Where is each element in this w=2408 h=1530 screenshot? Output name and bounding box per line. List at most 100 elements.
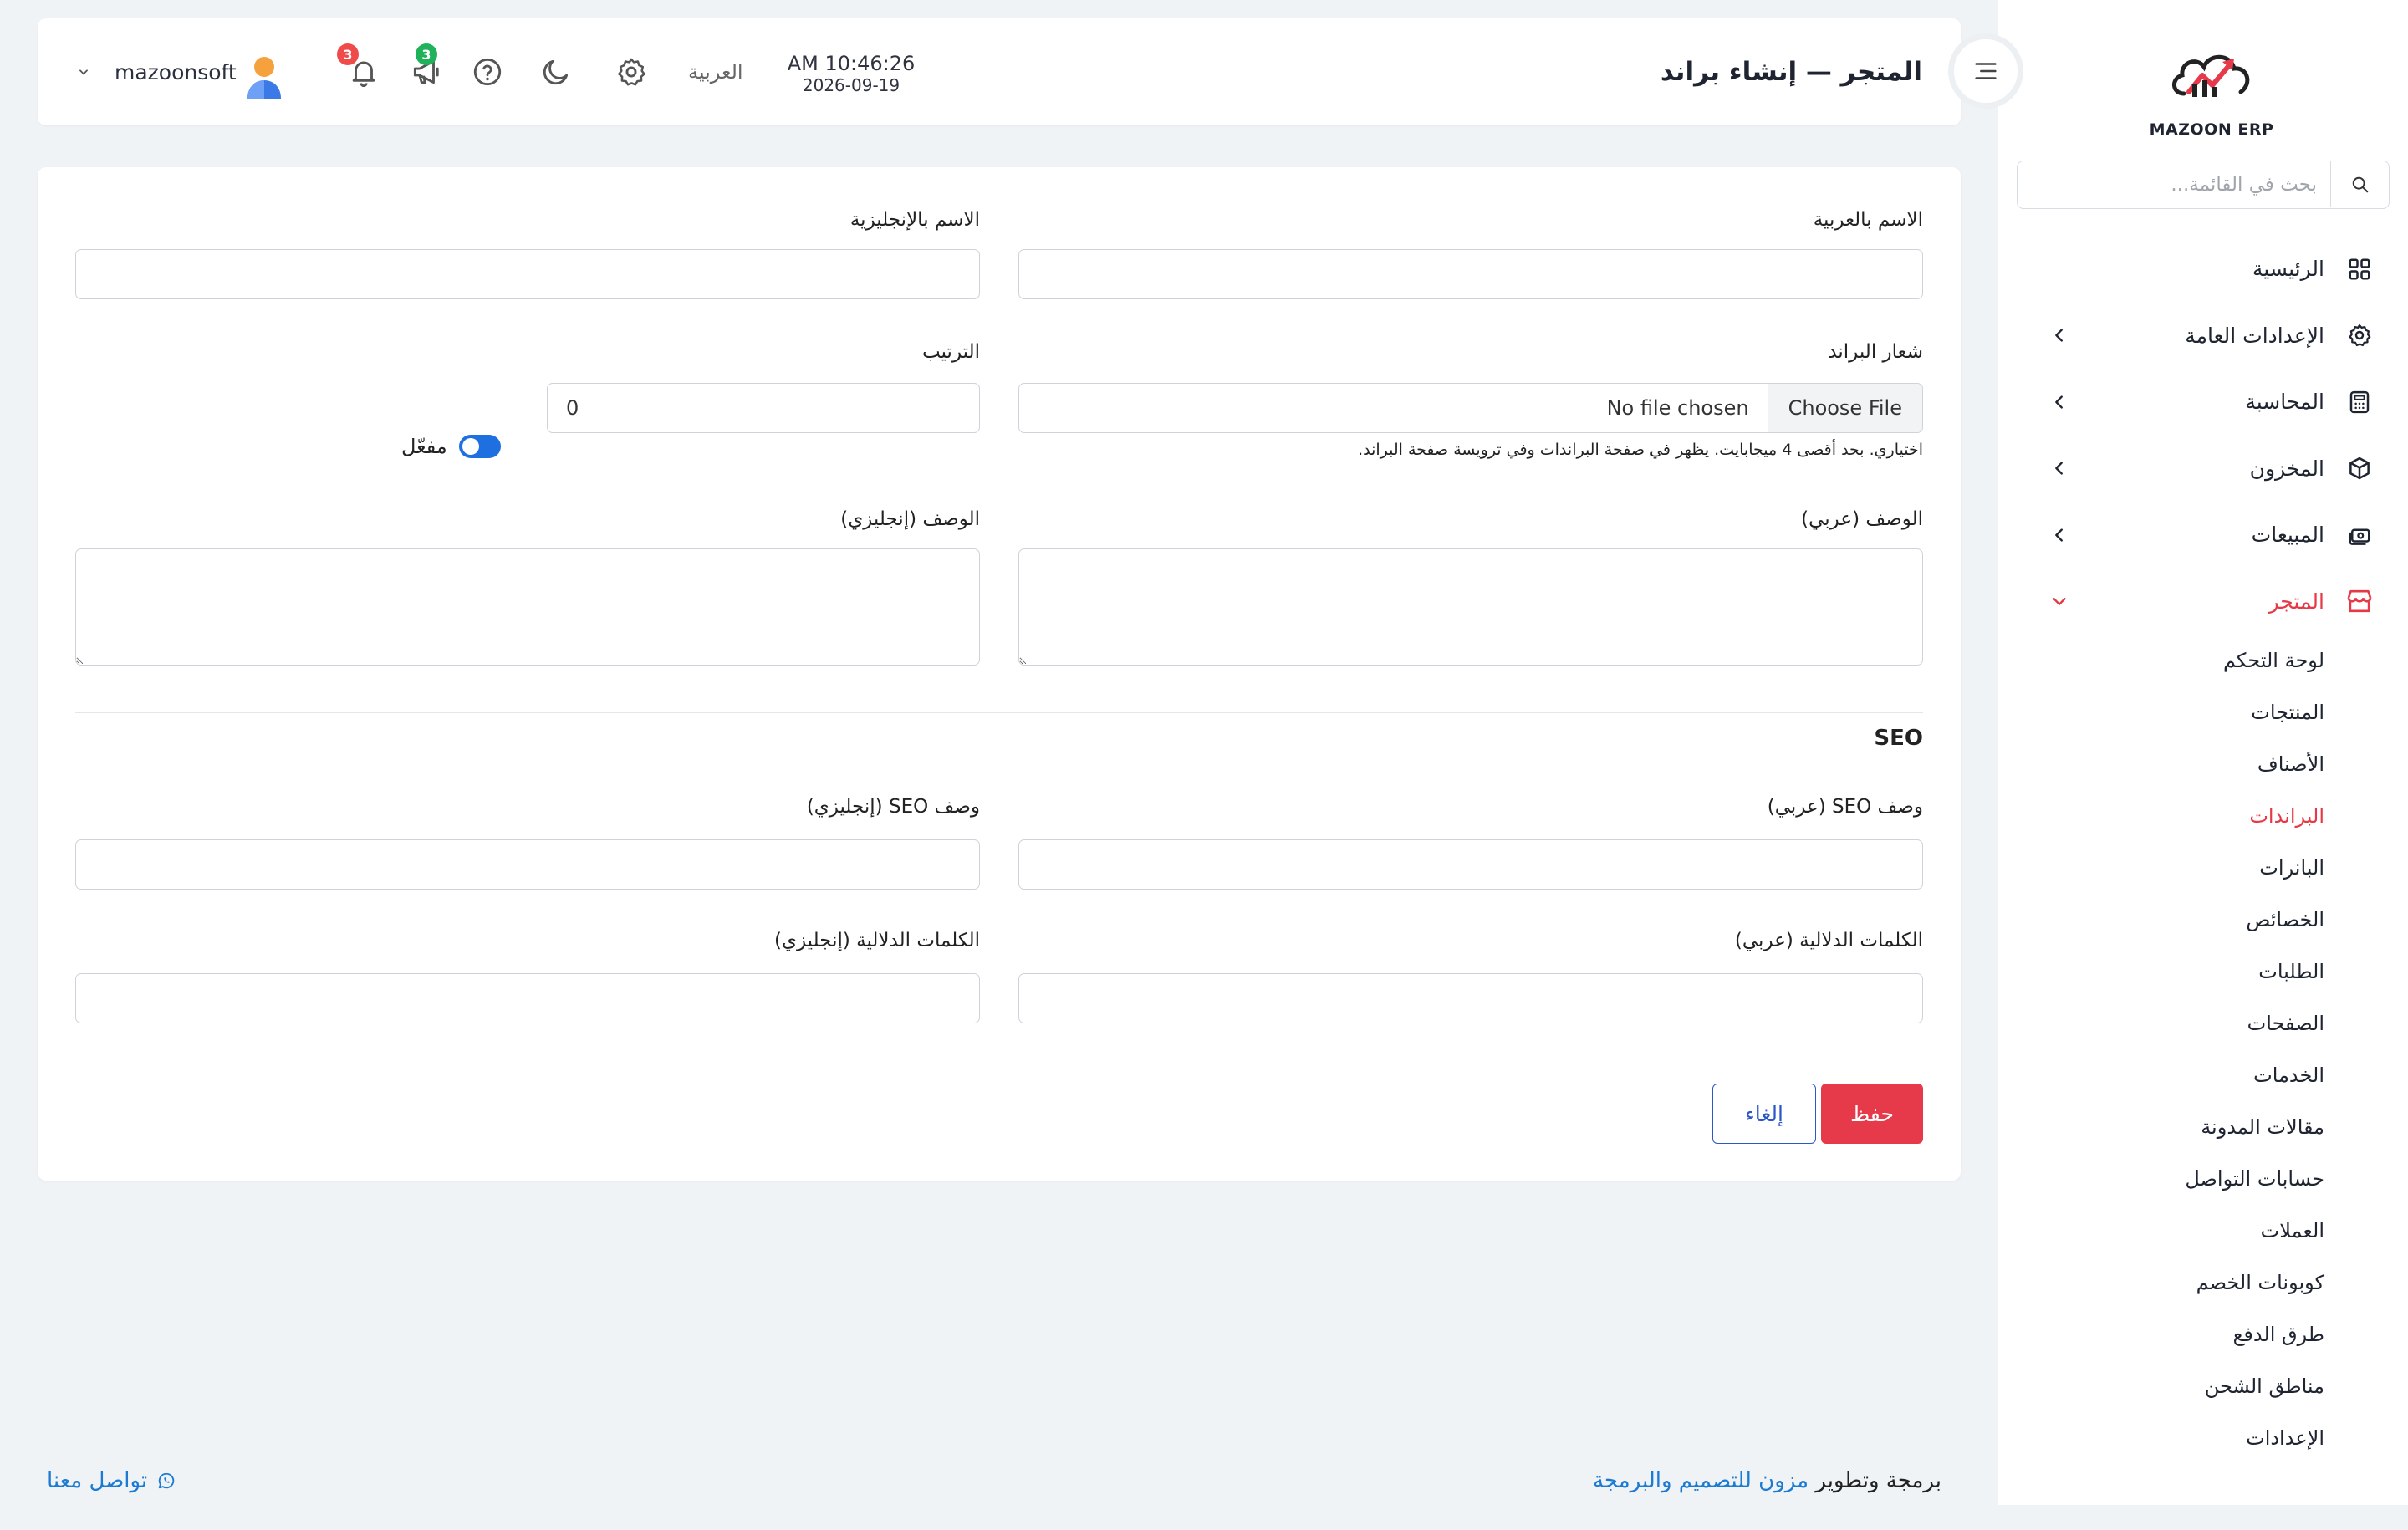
store-submenu: لوحة التحكم المنتجات الأصناف البراندات ا… (1998, 635, 2408, 1464)
seo-description-ar-input[interactable] (1018, 839, 1923, 890)
gear-icon (618, 58, 645, 86)
sidebar-subitem-social-accounts[interactable]: حسابات التواصل (1998, 1153, 2408, 1205)
description-ar-label: الوصف (عربي) (1801, 508, 1923, 530)
sidebar: MAZOON ERP الرئيسية الإعدادات العامة الم… (1998, 0, 2408, 1505)
contact-label: تواصل معنا (47, 1468, 148, 1493)
brand-form: الاسم بالعربية الاسم بالإنجليزية شعار ال… (38, 167, 1961, 1181)
chevron-left-icon (2055, 329, 2063, 342)
keywords-en-label: الكلمات الدلالية (إنجليزي) (774, 930, 980, 951)
sidebar-subitem-payment-methods[interactable]: طرق الدفع (1998, 1308, 2408, 1360)
sidebar-item-store[interactable]: المتجر (1998, 569, 2408, 635)
help-button[interactable] (467, 52, 508, 92)
sidebar-subitem-settings[interactable]: الإعدادات (1998, 1412, 2408, 1464)
sidebar-subitem-products[interactable]: المنتجات (1998, 686, 2408, 738)
cancel-button[interactable]: إلغاء (1712, 1084, 1816, 1144)
contact-link[interactable]: تواصل معنا (47, 1468, 176, 1493)
description-ar-textarea[interactable] (1018, 548, 1923, 666)
clock-date: 2026-09-19 (802, 75, 900, 95)
cash-icon (2344, 520, 2375, 550)
sidebar-subitem-pages[interactable]: الصفحات (1998, 997, 2408, 1049)
sidebar-subitem-dashboard[interactable]: لوحة التحكم (1998, 635, 2408, 686)
brand-logo-file-input[interactable]: Choose File No file chosen (1018, 383, 1923, 433)
seo-description-en-input[interactable] (75, 839, 980, 890)
search-button[interactable] (2330, 161, 2389, 207)
sidebar-item-label: المحاسبة (2245, 390, 2324, 415)
announcements-badge: 3 (416, 43, 437, 65)
logo-text: MAZOON ERP (2149, 120, 2274, 139)
sidebar-item-label: الرئيسية (2252, 257, 2324, 282)
enabled-label: مفعّل (401, 435, 447, 458)
brand-logo[interactable]: MAZOON ERP (2149, 33, 2274, 139)
sidebar-subitem-currencies[interactable]: العملات (1998, 1205, 2408, 1257)
seo-description-ar-label: وصف SEO (عربي) (1767, 796, 1923, 818)
sidebar-item-label: المخزون (2249, 456, 2324, 481)
top-header: المتجر — إنشاء براند AM 10:46:26 2026-09… (38, 18, 1961, 125)
chevron-left-icon (2055, 528, 2063, 542)
name-ar-label: الاسم بالعربية (1813, 209, 1923, 231)
chevron-down-icon (79, 69, 88, 75)
user-menu[interactable]: mazoonsoft (78, 18, 237, 125)
sidebar-subitem-blog-posts[interactable]: مقالات المدونة (1998, 1101, 2408, 1153)
help-icon (473, 58, 502, 86)
settings-button[interactable] (611, 52, 651, 92)
description-en-textarea[interactable] (75, 548, 980, 666)
brand-logo-label: شعار البراند (1828, 341, 1923, 363)
sidebar-item-sales[interactable]: المبيعات (1998, 502, 2408, 569)
seo-description-en-label: وصف SEO (إنجليزي) (806, 796, 980, 818)
announcements-button[interactable]: 3 (406, 43, 446, 92)
grid-icon (2344, 254, 2375, 284)
brand-logo-hint: اختياري. بحد أقصى 4 ميجابايت. يظهر في صف… (1358, 441, 1923, 459)
sidebar-subitem-categories[interactable]: الأصناف (1998, 738, 2408, 790)
whatsapp-icon (159, 1472, 175, 1489)
name-ar-input[interactable] (1018, 249, 1923, 299)
sidebar-item-home[interactable]: الرئيسية (1998, 236, 2408, 303)
name-en-input[interactable] (75, 249, 980, 299)
sidebar-subitem-brands[interactable]: البراندات (1998, 790, 2408, 842)
dark-mode-toggle[interactable] (536, 52, 576, 92)
sidebar-item-inventory[interactable]: المخزون (1998, 436, 2408, 502)
sidebar-item-label: الإعدادات العامة (2185, 323, 2324, 348)
credit-link[interactable]: مزون للتصميم والبرمجة (1593, 1468, 1809, 1493)
save-button[interactable]: حفظ (1821, 1084, 1923, 1144)
sidebar-subitem-banners[interactable]: البانرات (1998, 842, 2408, 894)
order-label: الترتيب (922, 341, 980, 363)
sidebar-subitem-shipping-zones[interactable]: مناطق الشحن (1998, 1360, 2408, 1412)
enabled-switch[interactable] (458, 435, 501, 458)
sidebar-item-general-settings[interactable]: الإعدادات العامة (1998, 303, 2408, 370)
sidebar-subitem-coupons[interactable]: كوبونات الخصم (1998, 1257, 2408, 1308)
sidebar-nav: الرئيسية الإعدادات العامة المحاسبة المخز… (1998, 236, 2408, 1464)
logo-icon (2172, 54, 2250, 97)
clock-time: AM 10:46:26 (787, 52, 916, 75)
sidebar-item-accounting[interactable]: المحاسبة (1998, 369, 2408, 436)
keywords-en-input[interactable] (75, 973, 980, 1023)
sidebar-search-input[interactable] (2043, 161, 2319, 207)
credit-prefix: برمجة وتطوير (1815, 1468, 1941, 1493)
box-icon (2344, 453, 2375, 483)
gear-icon (2344, 320, 2375, 350)
menu-icon (1975, 63, 1997, 79)
sidebar-subitem-attributes[interactable]: الخصائص (1998, 894, 2408, 946)
header-clock: AM 10:46:26 2026-09-19 (784, 52, 918, 95)
store-icon (2344, 586, 2375, 616)
section-divider (75, 712, 1923, 713)
keywords-ar-input[interactable] (1018, 973, 1923, 1023)
sidebar-subitem-orders[interactable]: الطلبات (1998, 946, 2408, 997)
notifications-badge: 3 (337, 43, 359, 65)
page-title: المتجر — إنشاء براند (1660, 57, 1922, 87)
username: mazoonsoft (115, 59, 237, 84)
sidebar-search (2017, 161, 2390, 209)
search-icon (2352, 176, 2368, 192)
sidebar-item-label: المبيعات (2251, 523, 2324, 548)
moon-icon (543, 59, 569, 85)
choose-file-button[interactable]: Choose File (1767, 384, 1922, 432)
calculator-icon (2344, 387, 2375, 417)
sidebar-subitem-services[interactable]: الخدمات (1998, 1049, 2408, 1101)
chevron-down-icon (2053, 598, 2066, 606)
enabled-toggle[interactable]: مفعّل (401, 435, 501, 458)
notifications-button[interactable]: 3 (337, 43, 384, 92)
language-switcher[interactable]: العربية (688, 18, 743, 125)
file-status: No file chosen (1606, 396, 1749, 420)
order-input[interactable] (547, 383, 980, 433)
sidebar-toggle-button[interactable] (1948, 33, 2023, 109)
avatar[interactable] (244, 54, 284, 100)
